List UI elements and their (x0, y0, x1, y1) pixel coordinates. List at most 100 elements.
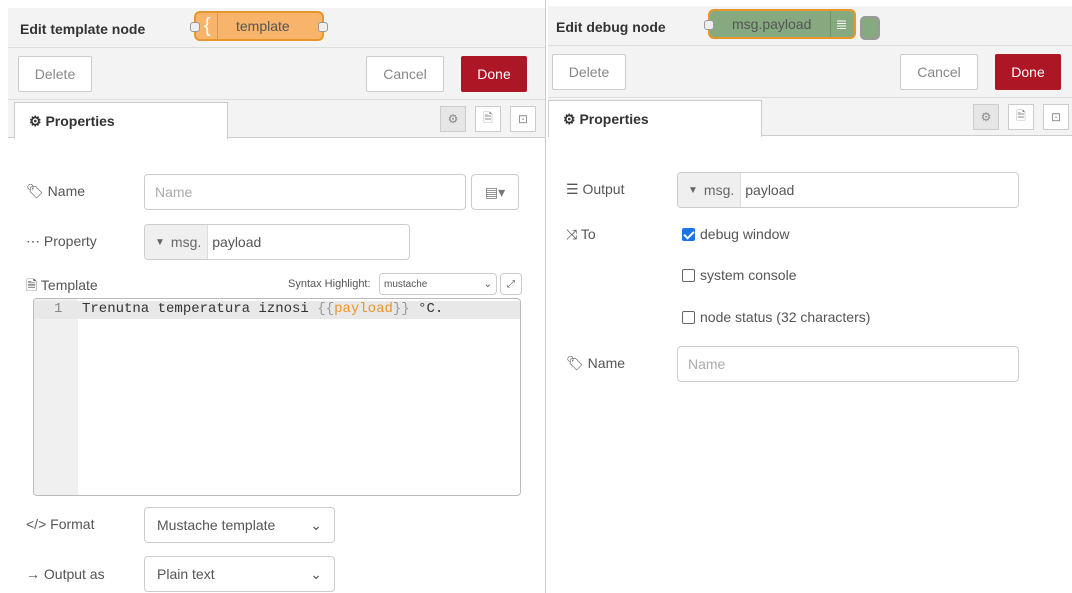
tag-icon: 🏷 (566, 355, 584, 371)
line-number: 1 (54, 301, 63, 317)
input-port (704, 20, 714, 30)
output-as-label-wrap: → Output as (26, 566, 105, 582)
panel-title: Edit debug node (556, 19, 666, 35)
panel-title: Edit template node (20, 21, 146, 37)
tag-icon: 🏷 (26, 183, 44, 199)
output-label: Output (582, 181, 625, 197)
name-input[interactable]: Name (144, 174, 466, 210)
output-port (318, 22, 328, 32)
debug-edit-panel: Edit debug node msg.payload ≣ Delete Can… (548, 0, 1072, 593)
gear-icon: ⚙ (563, 111, 576, 127)
system-console-checkbox[interactable]: system console (682, 267, 796, 283)
output-as-select[interactable]: Plain text ⌄ (144, 556, 335, 592)
node-status-label: node status (32 characters) (700, 309, 871, 325)
tab-properties-label: Properties (45, 113, 115, 129)
node-status-checkbox[interactable]: node status (32 characters) (682, 309, 870, 325)
list-icon: ≣ (830, 11, 852, 37)
toolbar: Delete Cancel Done (548, 46, 1072, 98)
checkbox-unchecked-icon (682, 268, 695, 282)
chevron-down-icon: ⌄ (483, 278, 492, 290)
output-type-select[interactable]: ▼ msg. (678, 173, 742, 207)
appearance-tab-icon[interactable]: ⊡ (1043, 104, 1069, 130)
to-label: To (580, 226, 596, 242)
property-typed-input[interactable]: ▼ msg. payload (144, 224, 410, 260)
caret-down-icon: ▼ (155, 236, 165, 248)
settings-tab-icon[interactable]: ⚙ (973, 104, 999, 130)
syntax-highlight-label: Syntax Highlight: (288, 278, 371, 290)
tab-bar: ⚙ Properties ⚙ 🗎 ⊡ (548, 98, 1072, 137)
code-variable: payload (334, 301, 393, 317)
property-type-select[interactable]: ▼ msg. (145, 225, 209, 259)
code-plain: Trenutna temperatura iznosi (82, 301, 318, 317)
gear-icon: ⚙ (29, 113, 42, 129)
template-label: Template (40, 277, 98, 293)
tab-properties-label: Properties (579, 111, 649, 127)
delete-button[interactable]: Delete (18, 56, 92, 92)
property-label-wrap: ⋯ Property (26, 233, 97, 250)
code-line: 1 Trenutna temperatura iznosi {{payload}… (34, 301, 520, 319)
delete-button[interactable]: Delete (552, 54, 626, 90)
syntax-highlight-value: mustache (384, 278, 428, 290)
template-code-editor[interactable]: 1 Trenutna temperatura iznosi {{payload}… (33, 298, 521, 496)
debug-window-label: debug window (700, 226, 790, 242)
format-label-wrap: </> Format (26, 516, 94, 532)
system-console-label: system console (700, 267, 797, 283)
description-tab-icon[interactable]: 🗎 (475, 106, 501, 132)
expand-editor-button[interactable]: ⤢ (500, 273, 522, 295)
format-value: Mustache template (157, 517, 276, 533)
tab-properties[interactable]: ⚙ Properties (14, 102, 228, 139)
file-icon: 🗎 (26, 277, 38, 293)
cancel-button[interactable]: Cancel (900, 54, 978, 90)
description-tab-icon[interactable]: 🗎 (1008, 104, 1034, 130)
name-label: Name (47, 183, 86, 199)
input-port (190, 22, 200, 32)
property-prefix: msg. (170, 234, 202, 250)
name-input[interactable]: Name (677, 346, 1019, 382)
debug-node-preview: msg.payload ≣ (704, 9, 856, 39)
name-label-wrap: 🏷 Name (566, 355, 625, 372)
name-options-button[interactable]: ▤▾ (471, 174, 519, 210)
output-label-wrap: ☰ Output (566, 181, 624, 198)
output-as-value: Plain text (157, 566, 215, 582)
code-close-brace: }} (392, 301, 410, 317)
output-typed-input[interactable]: ▼ msg. payload (677, 172, 1019, 208)
output-as-label: Output as (43, 566, 105, 582)
checkbox-unchecked-icon (682, 310, 695, 324)
template-node-icon: { (204, 13, 218, 39)
syntax-highlight-select[interactable]: mustache ⌄ (379, 273, 497, 295)
name-label: Name (587, 355, 626, 371)
chevron-down-icon: ⌄ (310, 516, 322, 533)
tab-properties[interactable]: ⚙ Properties (548, 100, 762, 137)
debug-toggle-button[interactable] (860, 16, 880, 40)
debug-window-checkbox[interactable]: debug window (682, 226, 790, 242)
code-icon: </> (26, 516, 47, 532)
template-node-preview: { template (190, 11, 328, 41)
code-open-brace: {{ (317, 301, 335, 317)
checkbox-checked-icon (682, 227, 695, 241)
format-select[interactable]: Mustache template ⌄ (144, 507, 335, 543)
output-value: payload (745, 182, 795, 198)
to-label-wrap: ⤨ To (566, 226, 596, 243)
chevron-down-icon: ⌄ (310, 565, 322, 582)
line-gutter (34, 299, 78, 495)
settings-tab-icon[interactable]: ⚙ (440, 106, 466, 132)
tab-bar: ⚙ Properties ⚙ 🗎 ⊡ (8, 100, 545, 139)
appearance-tab-icon[interactable]: ⊡ (510, 106, 536, 132)
template-node-label: template (236, 18, 290, 34)
ellipsis-icon: ⋯ (26, 233, 40, 249)
template-label-wrap: 🗎 Template (26, 275, 98, 299)
property-value: payload (212, 234, 262, 250)
panel-header: Edit debug node msg.payload ≣ (548, 6, 1072, 46)
list-icon: ☰ (566, 181, 579, 197)
output-prefix: msg. (703, 182, 735, 198)
code-text: Trenutna temperatura iznosi {{payload}} … (82, 301, 443, 317)
cancel-button[interactable]: Cancel (366, 56, 444, 92)
debug-node-label: msg.payload (732, 16, 812, 32)
done-button[interactable]: Done (995, 54, 1061, 90)
name-label-wrap: 🏷 Name (26, 183, 85, 200)
caret-down-icon: ▼ (688, 184, 698, 196)
panel-header: Edit template node { template (8, 8, 545, 48)
done-button[interactable]: Done (461, 56, 527, 92)
toolbar: Delete Cancel Done (8, 48, 545, 100)
arrow-right-icon: → (26, 566, 40, 582)
